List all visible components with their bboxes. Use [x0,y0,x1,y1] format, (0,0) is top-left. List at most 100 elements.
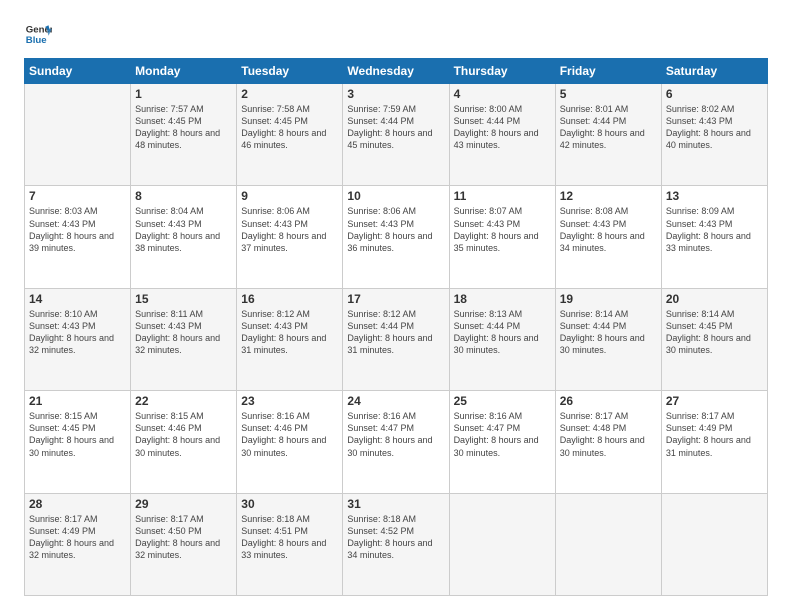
day-number: 30 [241,497,338,511]
day-number: 9 [241,189,338,203]
day-number: 18 [454,292,551,306]
week-row-3: 14Sunrise: 8:10 AMSunset: 4:43 PMDayligh… [25,288,768,390]
day-cell: 12 Sunrise: 8:08 AMSunset: 4:43 PMDayligh… [555,186,661,288]
day-number: 22 [135,394,232,408]
day-number: 23 [241,394,338,408]
day-info: Sunrise: 7:57 AMSunset: 4:45 PMDaylight:… [135,103,232,152]
day-info: Sunrise: 8:13 AMSunset: 4:44 PMDaylight:… [454,308,551,357]
day-number: 4 [454,87,551,101]
day-info: Sunrise: 8:16 AMSunset: 4:47 PMDaylight:… [347,410,444,459]
day-cell: 23 Sunrise: 8:16 AMSunset: 4:46 PMDayligh… [237,391,343,493]
day-cell: 29 Sunrise: 8:17 AMSunset: 4:50 PMDayligh… [131,493,237,595]
day-info: Sunrise: 8:17 AMSunset: 4:49 PMDaylight:… [29,513,126,562]
day-info: Sunrise: 8:17 AMSunset: 4:50 PMDaylight:… [135,513,232,562]
logo-icon: General Blue [24,20,52,48]
day-number: 5 [560,87,657,101]
day-info: Sunrise: 8:17 AMSunset: 4:48 PMDaylight:… [560,410,657,459]
day-cell [25,84,131,186]
day-cell: 5 Sunrise: 8:01 AMSunset: 4:44 PMDaylight… [555,84,661,186]
week-row-2: 7 Sunrise: 8:03 AMSunset: 4:43 PMDaylight… [25,186,768,288]
day-info: Sunrise: 8:16 AMSunset: 4:46 PMDaylight:… [241,410,338,459]
weekday-header-row: SundayMondayTuesdayWednesdayThursdayFrid… [25,59,768,84]
day-cell: 2 Sunrise: 7:58 AMSunset: 4:45 PMDaylight… [237,84,343,186]
calendar-table: SundayMondayTuesdayWednesdayThursdayFrid… [24,58,768,596]
day-cell: 27 Sunrise: 8:17 AMSunset: 4:49 PMDayligh… [661,391,767,493]
day-number: 21 [29,394,126,408]
day-number: 25 [454,394,551,408]
weekday-header-monday: Monday [131,59,237,84]
day-number: 26 [560,394,657,408]
day-cell: 19 Sunrise: 8:14 AMSunset: 4:44 PMDayligh… [555,288,661,390]
day-cell: 20Sunrise: 8:14 AMSunset: 4:45 PMDayligh… [661,288,767,390]
weekday-header-friday: Friday [555,59,661,84]
week-row-4: 21 Sunrise: 8:15 AMSunset: 4:45 PMDayligh… [25,391,768,493]
day-info: Sunrise: 8:08 AMSunset: 4:43 PMDaylight:… [560,205,657,254]
day-number: 7 [29,189,126,203]
day-number: 11 [454,189,551,203]
day-cell: 3 Sunrise: 7:59 AMSunset: 4:44 PMDaylight… [343,84,449,186]
day-cell: 15 Sunrise: 8:11 AMSunset: 4:43 PMDayligh… [131,288,237,390]
day-number: 12 [560,189,657,203]
day-cell: 17 Sunrise: 8:12 AMSunset: 4:44 PMDayligh… [343,288,449,390]
day-number: 19 [560,292,657,306]
day-number: 2 [241,87,338,101]
day-cell: 11 Sunrise: 8:07 AMSunset: 4:43 PMDayligh… [449,186,555,288]
day-info: Sunrise: 7:59 AMSunset: 4:44 PMDaylight:… [347,103,444,152]
svg-text:Blue: Blue [26,35,47,46]
weekday-header-thursday: Thursday [449,59,555,84]
day-info: Sunrise: 8:02 AMSunset: 4:43 PMDaylight:… [666,103,763,152]
week-row-1: 1 Sunrise: 7:57 AMSunset: 4:45 PMDaylight… [25,84,768,186]
day-info: Sunrise: 8:15 AMSunset: 4:46 PMDaylight:… [135,410,232,459]
day-info: Sunrise: 8:14 AMSunset: 4:44 PMDaylight:… [560,308,657,357]
day-info: Sunrise: 8:12 AMSunset: 4:43 PMDaylight:… [241,308,338,357]
day-info: Sunrise: 7:58 AMSunset: 4:45 PMDaylight:… [241,103,338,152]
day-number: 3 [347,87,444,101]
day-cell: 22 Sunrise: 8:15 AMSunset: 4:46 PMDayligh… [131,391,237,493]
logo: General Blue [24,20,52,48]
day-info: Sunrise: 8:09 AMSunset: 4:43 PMDaylight:… [666,205,763,254]
day-number: 31 [347,497,444,511]
day-info: Sunrise: 8:11 AMSunset: 4:43 PMDaylight:… [135,308,232,357]
day-number: 8 [135,189,232,203]
day-number: 15 [135,292,232,306]
day-number: 16 [241,292,338,306]
day-cell: 9 Sunrise: 8:06 AMSunset: 4:43 PMDaylight… [237,186,343,288]
day-cell: 6 Sunrise: 8:02 AMSunset: 4:43 PMDaylight… [661,84,767,186]
day-number: 29 [135,497,232,511]
day-cell: 30Sunrise: 8:18 AMSunset: 4:51 PMDayligh… [237,493,343,595]
day-cell: 24 Sunrise: 8:16 AMSunset: 4:47 PMDayligh… [343,391,449,493]
day-info: Sunrise: 8:01 AMSunset: 4:44 PMDaylight:… [560,103,657,152]
day-number: 10 [347,189,444,203]
weekday-header-tuesday: Tuesday [237,59,343,84]
day-number: 14 [29,292,126,306]
day-number: 27 [666,394,763,408]
day-info: Sunrise: 8:12 AMSunset: 4:44 PMDaylight:… [347,308,444,357]
day-info: Sunrise: 8:17 AMSunset: 4:49 PMDaylight:… [666,410,763,459]
day-info: Sunrise: 8:00 AMSunset: 4:44 PMDaylight:… [454,103,551,152]
day-number: 17 [347,292,444,306]
weekday-header-saturday: Saturday [661,59,767,84]
day-number: 13 [666,189,763,203]
day-cell: 31Sunrise: 8:18 AMSunset: 4:52 PMDayligh… [343,493,449,595]
day-cell [555,493,661,595]
day-cell: 16 Sunrise: 8:12 AMSunset: 4:43 PMDayligh… [237,288,343,390]
day-cell: 18 Sunrise: 8:13 AMSunset: 4:44 PMDayligh… [449,288,555,390]
day-number: 6 [666,87,763,101]
week-row-5: 28Sunrise: 8:17 AMSunset: 4:49 PMDayligh… [25,493,768,595]
day-info: Sunrise: 8:07 AMSunset: 4:43 PMDaylight:… [454,205,551,254]
day-info: Sunrise: 8:06 AMSunset: 4:43 PMDaylight:… [241,205,338,254]
day-cell: 8 Sunrise: 8:04 AMSunset: 4:43 PMDaylight… [131,186,237,288]
day-number: 1 [135,87,232,101]
day-info: Sunrise: 8:14 AMSunset: 4:45 PMDaylight:… [666,308,763,357]
day-cell: 10Sunrise: 8:06 AMSunset: 4:43 PMDayligh… [343,186,449,288]
day-info: Sunrise: 8:15 AMSunset: 4:45 PMDaylight:… [29,410,126,459]
day-cell: 26 Sunrise: 8:17 AMSunset: 4:48 PMDayligh… [555,391,661,493]
day-info: Sunrise: 8:04 AMSunset: 4:43 PMDaylight:… [135,205,232,254]
day-cell: 1 Sunrise: 7:57 AMSunset: 4:45 PMDaylight… [131,84,237,186]
day-number: 24 [347,394,444,408]
header: General Blue [24,20,768,48]
day-cell [661,493,767,595]
day-cell: 25Sunrise: 8:16 AMSunset: 4:47 PMDayligh… [449,391,555,493]
page: General Blue SundayMondayTuesdayWednesda… [0,0,792,612]
day-info: Sunrise: 8:03 AMSunset: 4:43 PMDaylight:… [29,205,126,254]
